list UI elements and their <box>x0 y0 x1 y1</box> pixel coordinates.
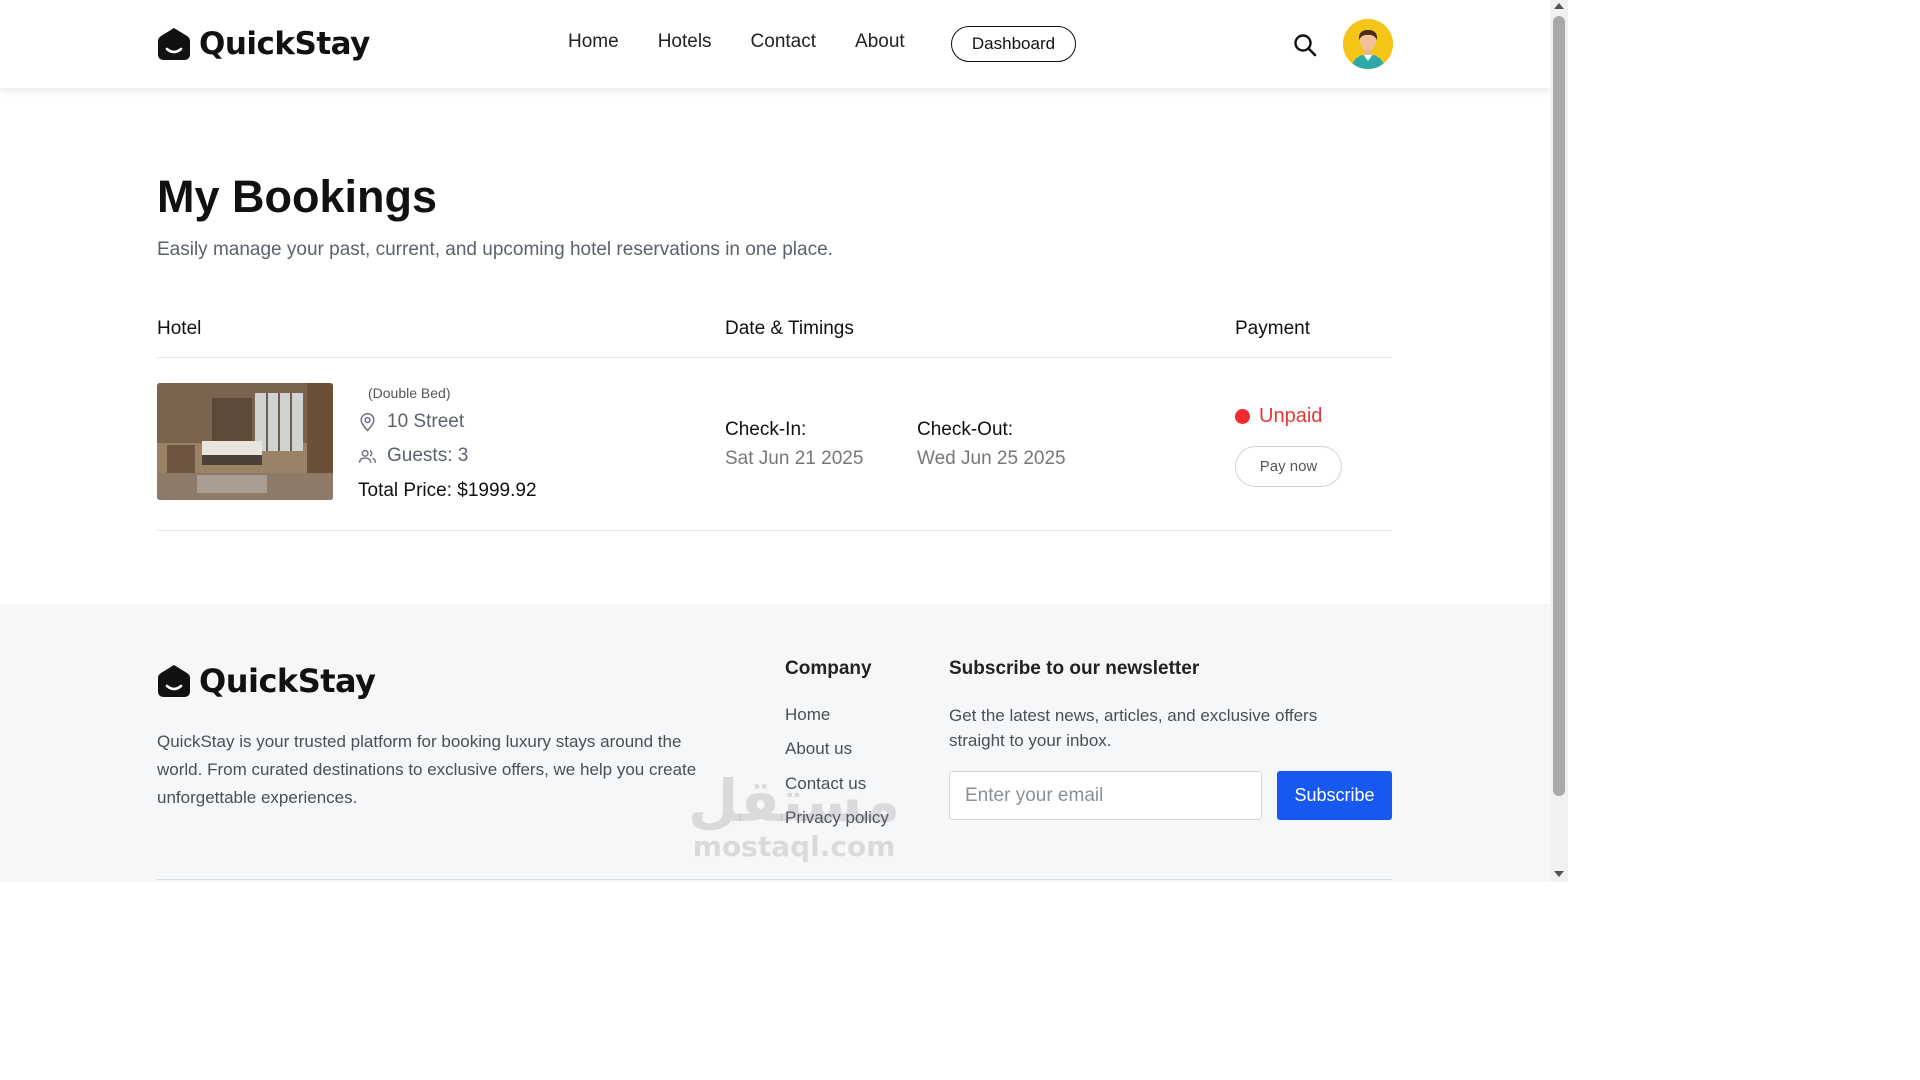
hotel-address: 10 Street <box>358 411 464 433</box>
main-nav: Home Hotels Contact About <box>568 31 944 53</box>
footer-divider <box>157 879 1392 880</box>
site-footer: QuickStay QuickStay is your trusted plat… <box>0 604 1550 882</box>
pay-now-button[interactable]: Pay now <box>1235 446 1342 487</box>
table-header-divider <box>157 357 1392 358</box>
newsletter-title: Subscribe to our newsletter <box>949 658 1200 679</box>
nav-hotels[interactable]: Hotels <box>658 31 712 53</box>
footer-logo[interactable]: QuickStay <box>157 662 376 700</box>
checkout-date: Wed Jun 25 2025 <box>917 448 1066 469</box>
hotel-room-photo <box>157 383 333 500</box>
footer-link-contact[interactable]: Contact us <box>785 774 866 794</box>
room-type: (Double Bed) <box>368 385 451 401</box>
company-title: Company <box>785 658 872 679</box>
footer-link-privacy[interactable]: Privacy policy <box>785 808 889 828</box>
footer-description: QuickStay is your trusted platform for b… <box>157 732 697 807</box>
footer-link-about[interactable]: About us <box>785 739 852 759</box>
brand-logo[interactable]: QuickStay <box>157 26 370 62</box>
payment-status: Unpaid <box>1235 405 1322 428</box>
scroll-thumb[interactable] <box>1553 16 1565 796</box>
email-input[interactable] <box>949 771 1262 820</box>
user-avatar-icon <box>1343 19 1393 69</box>
newsletter-description: Get the latest news, articles, and exclu… <box>949 706 1318 750</box>
checkout-label: Check-Out: <box>917 419 1014 440</box>
checkin-date: Sat Jun 21 2025 <box>725 448 864 469</box>
status-text: Unpaid <box>1259 405 1323 427</box>
scroll-down-icon[interactable] <box>1554 871 1564 877</box>
dashboard-button[interactable]: Dashboard <box>951 26 1076 62</box>
status-dot-icon <box>1235 409 1250 424</box>
page-title: My Bookings <box>157 171 438 222</box>
address-text: 10 Street <box>387 411 465 432</box>
footer-link-home[interactable]: Home <box>785 705 830 725</box>
nav-contact[interactable]: Contact <box>751 31 816 53</box>
nav-about[interactable]: About <box>855 31 905 53</box>
checkin-label: Check-In: <box>725 419 807 440</box>
search-icon[interactable] <box>1293 33 1317 57</box>
guest-count: Guests: 3 <box>358 445 468 467</box>
nav-home[interactable]: Home <box>568 31 619 53</box>
header-payment: Payment <box>1235 318 1310 339</box>
page-subtitle: Easily manage your past, current, and up… <box>157 239 833 260</box>
users-icon <box>358 449 377 463</box>
hotel-room-image[interactable] <box>157 383 333 500</box>
header-date-timings: Date & Timings <box>725 318 854 339</box>
page-scrollbar[interactable] <box>1550 0 1568 882</box>
brand-name: QuickStay <box>199 26 370 62</box>
site-header: QuickStay Home Hotels Contact About Dash… <box>0 0 1550 88</box>
scroll-up-icon[interactable] <box>1554 3 1564 9</box>
subscribe-button[interactable]: Subscribe <box>1277 771 1392 820</box>
user-avatar[interactable] <box>1343 19 1393 69</box>
home-logo-icon <box>158 665 190 697</box>
home-logo-icon <box>158 28 190 60</box>
table-row-divider <box>157 530 1392 531</box>
footer-brand-name: QuickStay <box>199 662 376 700</box>
total-price: Total Price: $1999.92 <box>358 480 537 501</box>
header-hotel: Hotel <box>157 318 202 339</box>
location-pin-icon <box>360 412 375 431</box>
guests-text: Guests: 3 <box>387 445 469 466</box>
